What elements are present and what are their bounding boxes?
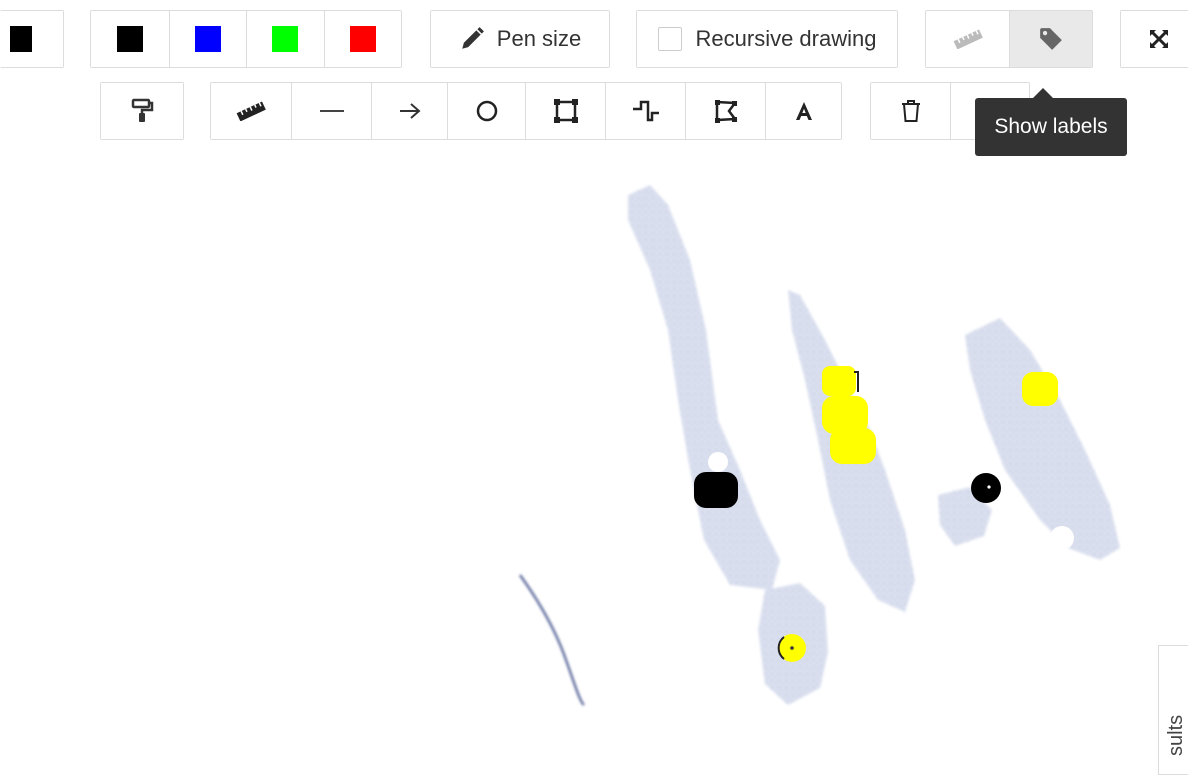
trash-icon [901,100,920,122]
red-swatch [349,26,376,52]
circle-icon [476,100,497,122]
text-icon [795,102,812,120]
measure-toggle-button[interactable] [926,11,1009,67]
rectangle-tool-button[interactable] [525,83,605,139]
polygon-icon [714,100,737,123]
show-labels-tooltip: Show labels [975,88,1127,156]
expand-icon [1150,30,1168,48]
tissue-strip-long [628,185,780,590]
arrow-tool-button[interactable] [371,83,447,139]
slide-viewer[interactable] [0,160,1188,760]
recursive-drawing-checkbox[interactable] [657,27,682,51]
color-button-black[interactable] [91,11,169,67]
color-button-green[interactable] [246,11,324,67]
text-tool-button[interactable] [765,83,841,139]
color-button-black-partial[interactable] [0,11,63,67]
ruler-toggle-icon [953,29,983,49]
pencil-icon [462,27,484,49]
view-toggle-group [925,10,1093,68]
tag-icon [1040,28,1062,50]
annotation-marker-dot [790,646,794,650]
annotation-yellow[interactable] [822,366,856,396]
partial-color-group [0,10,64,68]
results-side-tab-label: sults [1165,714,1187,756]
annotation-yellow[interactable] [830,428,876,464]
tissue-strip-right [965,318,1120,560]
polygon-tool-button[interactable] [685,83,765,139]
green-swatch [272,26,299,52]
tissue-thread [518,574,585,706]
black-swatch [116,26,143,52]
rectangle-icon [553,99,578,123]
paint-tool-group [100,82,184,140]
tissue-hole [708,452,728,472]
black-swatch [10,26,32,52]
blue-swatch [194,26,221,52]
line-icon [319,110,344,112]
tissue-hole [990,555,1010,575]
annotation-yellow[interactable] [1022,372,1058,406]
delete-selected-button[interactable] [871,83,950,139]
fullscreen-group [1120,10,1188,68]
pen-size-group: Pen size [430,10,610,68]
annotation-black[interactable] [971,473,1001,503]
fullscreen-button[interactable] [1121,11,1188,67]
pen-size-button[interactable]: Pen size [431,11,609,67]
results-side-tab[interactable]: sults [1158,645,1188,775]
freehand-tool-button[interactable] [605,83,685,139]
line-tool-button[interactable] [291,83,371,139]
color-palette [90,10,402,68]
arrow-icon [399,103,421,119]
annotation-marker-dot [987,485,991,489]
recursive-drawing-group: Recursive drawing [636,10,898,68]
tissue-hole [1050,526,1074,550]
tissue-sample-group [518,185,1120,706]
paint-roller-icon [131,98,154,122]
ruler-icon [236,101,266,121]
paint-roller-button[interactable] [101,83,183,139]
color-button-blue[interactable] [168,11,246,67]
pen-size-label: Pen size [496,26,582,51]
drawing-tools-group [210,82,842,140]
color-button-red[interactable] [323,11,401,67]
show-labels-button[interactable] [1009,11,1092,67]
tooltip-text: Show labels [994,115,1108,138]
annotation-black[interactable] [694,472,738,508]
recursive-drawing-toggle[interactable]: Recursive drawing [637,11,897,67]
freehand-icon [632,100,659,122]
recursive-drawing-label: Recursive drawing [695,26,877,51]
ruler-tool-button[interactable] [211,83,291,139]
circle-tool-button[interactable] [447,83,525,139]
